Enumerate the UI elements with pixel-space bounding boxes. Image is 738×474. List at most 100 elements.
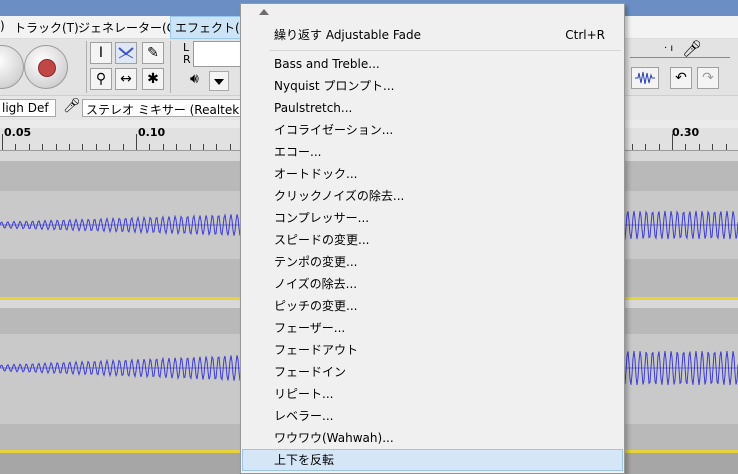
ruler-tick — [230, 144, 231, 150]
microphone-icon: 🎤︎ — [63, 98, 81, 114]
speaker-icon: 🔊︎ — [190, 71, 199, 87]
menu-item-effect[interactable]: リピート... — [242, 383, 623, 405]
ruler-tick — [15, 144, 16, 150]
undo-icon[interactable]: ↶ — [670, 67, 692, 89]
ruler-tick — [96, 144, 97, 150]
menu-item-effect[interactable]: フェードアウト — [242, 339, 623, 361]
ruler-tick — [29, 144, 30, 150]
menu-item-effect[interactable]: フェードイン — [242, 361, 623, 383]
selection-tool-icon[interactable]: I — [90, 42, 112, 64]
menu-item-effect[interactable]: 上下を反転 — [242, 449, 623, 471]
menu-item-effect[interactable]: フェーザー... — [242, 317, 623, 339]
waveform-icon[interactable] — [631, 67, 659, 89]
menu-item-label: テンポの変更... — [274, 255, 358, 269]
menu-item-effect[interactable]: ノイズの除去... — [242, 273, 623, 295]
microphone-icon: 🎤︎ — [682, 39, 703, 58]
toolbar-divider — [86, 41, 87, 93]
playback-dropdown[interactable] — [209, 71, 229, 91]
scale-dots: · ı — [664, 43, 674, 54]
menu-item-label: Paulstretch... — [274, 101, 353, 115]
menu-item-shortcut: Ctrl+R — [565, 28, 605, 42]
record-button[interactable] — [24, 45, 68, 89]
ruler-tick — [685, 144, 686, 150]
level-meter[interactable] — [193, 41, 245, 67]
ruler-tick — [632, 144, 633, 150]
redo-icon[interactable]: ↷ — [697, 67, 719, 89]
menu-item-label: フェーザー... — [274, 321, 346, 335]
menu-item-label: クリックノイズの除去... — [274, 189, 405, 203]
record-icon — [38, 59, 56, 77]
menu-item-label: リピート... — [274, 387, 334, 401]
host-select[interactable]: ligh Def — [0, 99, 56, 117]
ruler-tick — [149, 144, 150, 150]
ruler-tick — [699, 144, 700, 150]
menu-item-label: オートドック... — [274, 167, 358, 181]
toolbar-divider — [170, 41, 171, 93]
menu-item-effect[interactable]: クリックノイズの除去... — [242, 185, 623, 207]
ruler-tick — [42, 144, 43, 150]
menu-item-effect[interactable]: スピードの変更... — [242, 229, 623, 251]
menu-separator — [269, 50, 621, 51]
ruler-tick — [2, 134, 3, 150]
ruler-tick — [190, 144, 191, 150]
menu-item-effect[interactable]: テンポの変更... — [242, 251, 623, 273]
menu-item-effect[interactable]: コンプレッサー... — [242, 207, 623, 229]
menu-item-effect[interactable]: オートドック... — [242, 163, 623, 185]
ruler-tick — [176, 144, 177, 150]
ruler-tick — [123, 144, 124, 150]
ruler-label: 0.05 — [4, 126, 32, 139]
menu-item-label: イコライゼーション... — [274, 123, 394, 137]
zoom-tool-icon[interactable]: ⚲ — [90, 68, 112, 90]
menu-item-label: ワウワウ(Wahwah)... — [274, 431, 394, 445]
ruler-tick — [56, 144, 57, 150]
menu-item-label: 上下を反転 — [274, 453, 335, 467]
effects-menu: 繰り返す Adjustable Fade Ctrl+R Bass and Tre… — [240, 3, 625, 474]
scroll-up-icon[interactable] — [259, 9, 269, 15]
menu-generator[interactable]: ジェネレーター(G) — [78, 19, 181, 36]
envelope-tool-icon[interactable] — [115, 42, 137, 64]
ruler-tick — [203, 144, 204, 150]
menu-item-label: Bass and Treble... — [274, 57, 380, 71]
multi-tool-icon[interactable]: ✱ — [142, 68, 164, 90]
menu-item-label: フェードイン — [274, 365, 347, 379]
menu-item-label: コンプレッサー... — [274, 211, 370, 225]
ruler-tick — [82, 144, 83, 150]
menu-item-label: Nyquist プロンプト... — [274, 79, 395, 93]
menu-item-effect[interactable]: ワウワウ(Wahwah)... — [242, 427, 623, 449]
ruler-label: 0.10 — [138, 126, 166, 139]
ruler-tick — [163, 144, 164, 150]
stop-button[interactable] — [0, 45, 24, 89]
ruler-tick — [659, 144, 660, 150]
menu-item-label: フェードアウト — [274, 343, 359, 357]
menu-item-effect[interactable]: Bass and Treble... — [242, 53, 623, 75]
menu-item-effect[interactable]: ピッチの変更... — [242, 295, 623, 317]
ruler-tick — [672, 134, 673, 150]
menu-item-effect[interactable]: Paulstretch... — [242, 97, 623, 119]
ruler-label: 0.30 — [672, 126, 700, 139]
menu-item-effect[interactable]: イコライゼーション... — [242, 119, 623, 141]
menu-item-effect[interactable]: エコー... — [242, 141, 623, 163]
menu-item-effect[interactable]: Nyquist プロンプト... — [242, 75, 623, 97]
menu-item-label: 繰り返す Adjustable Fade — [274, 28, 421, 42]
menu-item-label: ピッチの変更... — [274, 299, 358, 313]
menu-item-label: スピードの変更... — [274, 233, 370, 247]
menu-item-label: ノイズの除去... — [274, 277, 358, 291]
timeshift-tool-icon[interactable]: ↔ — [115, 68, 137, 90]
ruler-tick — [69, 144, 70, 150]
meter-right-label: R — [183, 53, 191, 66]
menu-item-label: エコー... — [274, 145, 322, 159]
ruler-tick — [726, 144, 727, 150]
menu-item-effect[interactable]: レベラー... — [242, 405, 623, 427]
menu-item-repeat-last-effect[interactable]: 繰り返す Adjustable Fade Ctrl+R — [242, 24, 623, 46]
menu-edge-fragment: ) — [0, 19, 5, 33]
recording-device-select[interactable]: ステレオ ミキサー (Realtek Hig — [82, 99, 242, 117]
ruler-tick — [712, 144, 713, 150]
menu-item-label: レベラー... — [274, 409, 334, 423]
ruler-tick — [136, 134, 137, 150]
draw-tool-icon[interactable]: ✎ — [142, 42, 164, 64]
ruler-tick — [645, 144, 646, 150]
menu-track[interactable]: トラック(T) — [14, 19, 79, 36]
ruler-tick — [216, 144, 217, 150]
mic-meter-scale: · ı 🎤︎ — [630, 39, 730, 58]
ruler-tick — [109, 144, 110, 150]
